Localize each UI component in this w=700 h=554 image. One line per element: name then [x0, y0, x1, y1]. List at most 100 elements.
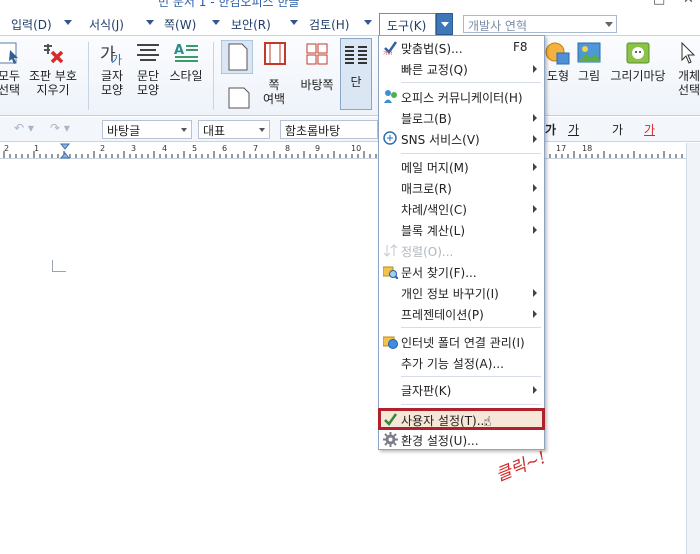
maximize-button[interactable]: □ — [653, 0, 665, 7]
menu-separator — [401, 82, 541, 83]
menu-item-preferences[interactable]: 환경 설정(U)... — [379, 429, 544, 450]
search-input[interactable]: 개발사 연혁 — [463, 15, 617, 33]
object-select-icon — [676, 40, 700, 66]
menu-security-arrow-icon[interactable] — [290, 20, 298, 25]
font-select[interactable]: 함초롬바탕 — [280, 120, 378, 139]
menu-item-label: 맞춤법(S)... — [401, 42, 463, 56]
menu-format-arrow-icon[interactable] — [146, 20, 154, 25]
gear-icon — [383, 432, 398, 447]
menu-review-arrow-icon[interactable] — [364, 20, 372, 25]
char-shape-button[interactable]: 가가 글자 모양 — [94, 40, 130, 97]
redo-icon[interactable]: ↷ ▾ — [50, 121, 70, 135]
menu-item-label: 추가 기능 설정(A)... — [401, 357, 504, 371]
master-page-button[interactable]: 바탕쪽 — [297, 78, 337, 92]
menu-item-macro[interactable]: 매크로(R) — [379, 177, 544, 198]
page-blank-button[interactable] — [222, 84, 256, 113]
menu-item-blog[interactable]: 블로그(B) — [379, 107, 544, 128]
menu-separator — [401, 376, 541, 377]
menu-item-label: 차례/색인(C) — [401, 203, 467, 217]
para-shape-button[interactable]: 문단 모양 — [130, 40, 166, 97]
picture-button[interactable]: 그림 — [574, 40, 604, 83]
tools-dropdown-menu: 가나 맞춤법(S)... F8 빠른 교정(Q) 오피스 커뮤니케이터(H) 블… — [378, 35, 545, 450]
columns-button[interactable]: 단 — [340, 38, 372, 110]
clipart-button[interactable]: 그리기마당 — [608, 40, 668, 83]
submenu-arrow-icon — [533, 386, 537, 394]
ruler-number: 8 — [285, 144, 290, 153]
menu-item-shortcut: F8 — [513, 40, 528, 54]
submenu-arrow-icon — [533, 163, 537, 171]
svg-text:A: A — [174, 43, 184, 58]
menu-item-label: 메일 머지(M) — [401, 161, 469, 175]
page-blank-icon — [226, 84, 252, 110]
font-select-value: 함초롬바탕 — [285, 124, 341, 138]
menu-item-mail-merge[interactable]: 메일 머지(M) — [379, 156, 544, 177]
submenu-arrow-icon — [533, 135, 537, 143]
ruler-ticks: 212345678910111718 — [3, 143, 683, 159]
menu-item-label: 블로그(B) — [401, 112, 452, 126]
menu-item-sns[interactable]: SNS 서비스(V) — [379, 128, 544, 149]
search-value: 개발사 연혁 — [468, 19, 528, 33]
sort-icon — [383, 243, 398, 258]
page-margin-button[interactable]: 쪽 여백 — [258, 78, 290, 106]
erase-marks-button[interactable]: 조판 부호 지우기 — [25, 40, 81, 97]
columns-label: 단 — [350, 75, 362, 89]
font-color-button[interactable]: 가 — [644, 121, 655, 138]
menu-item-addins[interactable]: 추가 기능 설정(A)... — [379, 352, 544, 373]
underline-button[interactable]: 가 — [568, 121, 579, 138]
menu-format[interactable]: 서식(J) — [89, 16, 124, 33]
menu-item-spellcheck[interactable]: 가나 맞춤법(S)... F8 — [379, 37, 544, 58]
page-setup-button[interactable] — [220, 39, 254, 77]
vertical-scrollbar[interactable] — [686, 143, 700, 554]
strikeout-button[interactable]: 가 — [612, 121, 623, 138]
menu-security[interactable]: 보안(R) — [231, 16, 271, 33]
select-all-button[interactable]: 모두 선택 — [0, 40, 26, 97]
menu-item-label: 글자판(K) — [401, 384, 452, 398]
menu-insert[interactable]: 입력(D) — [11, 16, 52, 33]
shape-icon — [545, 40, 571, 66]
menu-separator — [401, 404, 541, 405]
menu-item-internet-folder[interactable]: 인터넷 폴더 연결 관리(I) — [379, 331, 544, 352]
bold-button[interactable]: 가 — [545, 121, 556, 138]
ruler-number: 7 — [253, 144, 258, 153]
menu-page-arrow-icon[interactable] — [212, 20, 220, 25]
minimize-button[interactable]: – — [622, 0, 629, 7]
page-border-button[interactable] — [262, 40, 288, 69]
menu-page[interactable]: 쪽(W) — [164, 16, 196, 33]
page-corner-mark — [52, 260, 66, 272]
char-shape-icon: 가가 — [99, 40, 125, 67]
menu-item-sort: 정렬(O)... — [379, 240, 544, 261]
menu-item-presentation[interactable]: 프레젠테이션(P) — [379, 303, 544, 324]
ruler-number: 17 — [556, 144, 566, 153]
columns-icon — [343, 43, 369, 69]
language-select[interactable]: 대표 — [198, 120, 270, 139]
ruler-number: 4 — [162, 144, 167, 153]
menu-item-communicator[interactable]: 오피스 커뮤니케이터(H) — [379, 86, 544, 107]
menu-item-toc-index[interactable]: 차례/색인(C) — [379, 198, 544, 219]
menu-item-keyboard[interactable]: 글자판(K) — [379, 379, 544, 400]
shape-button[interactable]: 도형 — [545, 40, 571, 83]
submenu-arrow-icon — [533, 184, 537, 192]
style-button[interactable]: A 스타일 — [166, 40, 206, 83]
clipart-label: 그리기마당 — [610, 69, 666, 83]
menu-item-personal-info[interactable]: 개인 정보 바꾸기(I) — [379, 282, 544, 303]
menu-item-label: 오피스 커뮤니케이터(H) — [401, 91, 523, 105]
menu-insert-arrow-icon[interactable] — [64, 20, 72, 25]
undo-icon[interactable]: ↶ ▾ — [14, 121, 34, 135]
submenu-arrow-icon — [533, 226, 537, 234]
menu-tools-dropdown-button[interactable] — [436, 13, 453, 35]
submenu-arrow-icon — [533, 114, 537, 122]
object-select-button[interactable]: 개체 선택 — [672, 40, 700, 97]
menu-item-block-calc[interactable]: 블록 계산(L) — [379, 219, 544, 240]
close-button[interactable]: ✕ — [683, 0, 694, 7]
submenu-arrow-icon — [533, 205, 537, 213]
menu-review[interactable]: 검토(H) — [309, 16, 349, 33]
ruler-number: 9 — [315, 144, 320, 153]
object-select-label: 개체 선택 — [677, 69, 700, 97]
menu-item-find-document[interactable]: 문서 찾기(F)... — [379, 261, 544, 282]
document-area[interactable] — [0, 160, 686, 554]
page-bg-button[interactable] — [300, 40, 334, 69]
menu-tools[interactable]: 도구(K) — [379, 13, 436, 35]
menu-item-quick-correct[interactable]: 빠른 교정(Q) — [379, 58, 544, 79]
style-select[interactable]: 바탕글 — [102, 120, 192, 139]
search-dropdown-icon[interactable] — [605, 22, 613, 27]
